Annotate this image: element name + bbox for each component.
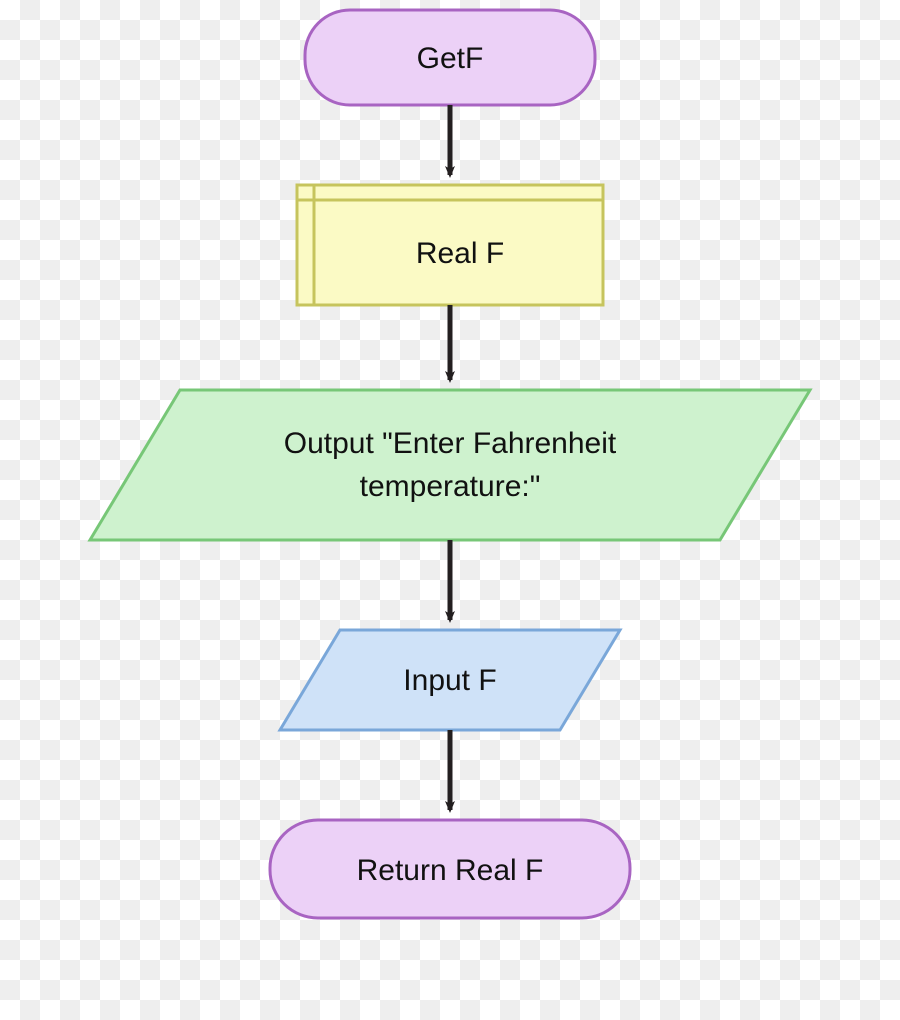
node-return: Return Real F xyxy=(270,820,630,918)
node-start-label: GetF xyxy=(417,42,484,75)
node-input: Input F xyxy=(280,630,620,730)
node-input-label: Input F xyxy=(403,664,496,697)
node-declare-label: Real F xyxy=(416,237,504,270)
flowchart-svg: GetF Real F Output "Enter Fahrenheit tem… xyxy=(0,0,900,1020)
node-start: GetF xyxy=(305,10,595,105)
node-output-line1: Output "Enter Fahrenheit xyxy=(284,427,617,460)
node-output-line2: temperature:" xyxy=(360,470,541,503)
node-declare: Real F xyxy=(297,185,603,305)
node-output: Output "Enter Fahrenheit temperature:" xyxy=(90,390,810,540)
node-return-label: Return Real F xyxy=(357,854,544,887)
flowchart-canvas: GetF Real F Output "Enter Fahrenheit tem… xyxy=(0,0,900,1020)
